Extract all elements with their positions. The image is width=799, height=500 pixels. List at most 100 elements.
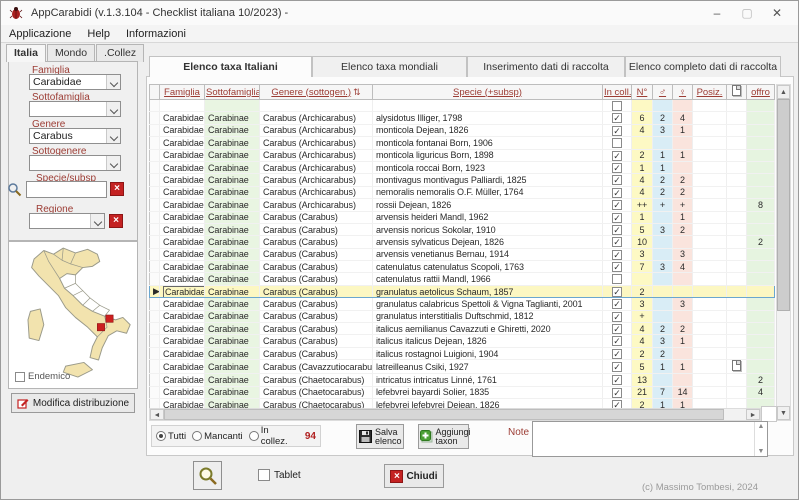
- close-window-button[interactable]: ✕: [762, 1, 792, 25]
- cell-offro[interactable]: [747, 223, 775, 235]
- tab-inserimento-dati[interactable]: Inserimento dati di raccolta: [467, 56, 625, 77]
- specie-input[interactable]: [26, 181, 107, 198]
- cell-offro[interactable]: [747, 248, 775, 260]
- cell-specie[interactable]: nemoralis nemoralis O.F. Müller, 1764: [373, 186, 603, 198]
- cell-in-coll[interactable]: ✓: [603, 149, 632, 161]
- cell-offro[interactable]: [747, 360, 775, 374]
- cell-specie[interactable]: monticola fontanai Born, 1906: [373, 137, 603, 149]
- cell-sottofamiglia[interactable]: Carabinae: [205, 199, 260, 211]
- cell-famiglia[interactable]: Carabidae: [160, 374, 205, 386]
- table-row[interactable]: CarabidaeCarabinaeCarabus (Archicarabus)…: [150, 112, 775, 124]
- cell-male[interactable]: 1: [653, 161, 673, 173]
- cell-female[interactable]: [673, 310, 693, 322]
- cell-male[interactable]: 2: [653, 323, 673, 335]
- row-selector[interactable]: ▶: [150, 285, 160, 297]
- cell-offro[interactable]: [747, 124, 775, 136]
- cell-famiglia[interactable]: Carabidae: [160, 323, 205, 335]
- table-row[interactable]: CarabidaeCarabinaeCarabus (Archicarabus)…: [150, 149, 775, 161]
- cell-famiglia[interactable]: Carabidae: [160, 199, 205, 211]
- cell-n[interactable]: 1: [632, 161, 653, 173]
- search-zoom-button[interactable]: [193, 461, 222, 490]
- header-posiz[interactable]: Posiz.: [693, 85, 727, 100]
- cell-specie[interactable]: monticola roccai Born, 1923: [373, 161, 603, 173]
- cell-n[interactable]: 4: [632, 174, 653, 186]
- cell-posiz[interactable]: [693, 223, 727, 235]
- header-doc[interactable]: [727, 85, 747, 100]
- table-row[interactable]: CarabidaeCarabinaeCarabus (Carabus)arven…: [150, 211, 775, 223]
- cell-offro[interactable]: [747, 298, 775, 310]
- cell-genere[interactable]: Carabus (Carabus): [260, 236, 373, 248]
- cell-posiz[interactable]: [693, 386, 727, 398]
- cell-n[interactable]: +: [632, 310, 653, 322]
- table-row[interactable]: CarabidaeCarabinaeCarabus (Chaetocarabus…: [150, 386, 775, 398]
- cell-n[interactable]: [632, 100, 653, 112]
- cell-specie[interactable]: italicus rostagnoi Luigioni, 1904: [373, 347, 603, 359]
- header-male[interactable]: ♂: [653, 85, 673, 100]
- cell-sottofamiglia[interactable]: Carabinae: [205, 360, 260, 374]
- cell-female[interactable]: 2: [673, 174, 693, 186]
- cell-specie[interactable]: granulatus aetolicus Schaum, 1857: [373, 285, 603, 297]
- cell-n[interactable]: [632, 137, 653, 149]
- cell-famiglia[interactable]: Carabidae: [160, 161, 205, 173]
- cell-male[interactable]: [653, 100, 673, 112]
- cell-male[interactable]: [653, 273, 673, 285]
- cell-doc[interactable]: [727, 211, 747, 223]
- row-selector[interactable]: [150, 161, 160, 173]
- cell-specie[interactable]: catenulatus catenulatus Scopoli, 1763: [373, 261, 603, 273]
- cell-specie[interactable]: lefebvrei bayardi Solier, 1835: [373, 386, 603, 398]
- cell-doc[interactable]: [727, 374, 747, 386]
- row-selector[interactable]: [150, 149, 160, 161]
- row-selector[interactable]: [150, 298, 160, 310]
- cell-sottofamiglia[interactable]: Carabinae: [205, 211, 260, 223]
- cell-in-coll[interactable]: ✓: [603, 323, 632, 335]
- cell-posiz[interactable]: [693, 285, 727, 297]
- cell-offro[interactable]: [747, 285, 775, 297]
- cell-genere[interactable]: Carabus (Archicarabus): [260, 112, 373, 124]
- cell-offro[interactable]: [747, 273, 775, 285]
- cell-famiglia[interactable]: Carabidae: [160, 137, 205, 149]
- italy-map[interactable]: Endemico: [8, 241, 138, 389]
- cell-male[interactable]: [653, 248, 673, 260]
- cell-doc[interactable]: [727, 360, 747, 374]
- row-selector[interactable]: [150, 236, 160, 248]
- row-selector[interactable]: [150, 100, 160, 112]
- cell-specie[interactable]: catenulatus rattii Mandl, 1966: [373, 273, 603, 285]
- cell-male[interactable]: 1: [653, 149, 673, 161]
- cell-famiglia[interactable]: [160, 100, 205, 112]
- sidebar-tab-collez[interactable]: .Collez: [96, 44, 144, 62]
- cell-sottofamiglia[interactable]: Carabinae: [205, 112, 260, 124]
- cell-sottofamiglia[interactable]: Carabinae: [205, 137, 260, 149]
- cell-genere[interactable]: Carabus (Chaetocarabus): [260, 374, 373, 386]
- cell-famiglia[interactable]: Carabidae: [160, 360, 205, 374]
- cell-posiz[interactable]: [693, 236, 727, 248]
- table-row[interactable]: CarabidaeCarabinaeCarabus (Cavazzutiocar…: [150, 360, 775, 374]
- row-selector[interactable]: [150, 360, 160, 374]
- cell-female[interactable]: [673, 273, 693, 285]
- cell-doc[interactable]: [727, 161, 747, 173]
- row-selector[interactable]: [150, 273, 160, 285]
- cell-male[interactable]: [653, 374, 673, 386]
- cell-famiglia[interactable]: Carabidae: [160, 347, 205, 359]
- cell-female[interactable]: 1: [673, 211, 693, 223]
- header-female[interactable]: ♀: [673, 85, 693, 100]
- cell-specie[interactable]: arvensis noricus Sokolar, 1910: [373, 223, 603, 235]
- in-coll-checkbox[interactable]: ✓: [612, 250, 622, 260]
- row-selector[interactable]: [150, 261, 160, 273]
- cell-doc[interactable]: [727, 248, 747, 260]
- header-offro[interactable]: offro: [747, 85, 775, 100]
- cell-posiz[interactable]: [693, 323, 727, 335]
- cell-male[interactable]: 3: [653, 223, 673, 235]
- cell-in-coll[interactable]: ✓: [603, 310, 632, 322]
- note-textarea[interactable]: ▲ ▼: [532, 421, 768, 457]
- in-coll-checkbox[interactable]: ✓: [612, 126, 622, 136]
- cell-specie[interactable]: italicus italicus Dejean, 1826: [373, 335, 603, 347]
- in-coll-checkbox[interactable]: ✓: [612, 163, 622, 173]
- cell-genere[interactable]: Carabus (Carabus): [260, 285, 373, 297]
- cell-male[interactable]: 2: [653, 347, 673, 359]
- cell-posiz[interactable]: [693, 248, 727, 260]
- in-coll-checkbox[interactable]: ✓: [612, 237, 622, 247]
- cell-female[interactable]: [673, 236, 693, 248]
- cell-specie[interactable]: alysidotus Illiger, 1798: [373, 112, 603, 124]
- header-sottofamiglia[interactable]: Sottofamiglia: [205, 85, 260, 100]
- cell-doc[interactable]: [727, 124, 747, 136]
